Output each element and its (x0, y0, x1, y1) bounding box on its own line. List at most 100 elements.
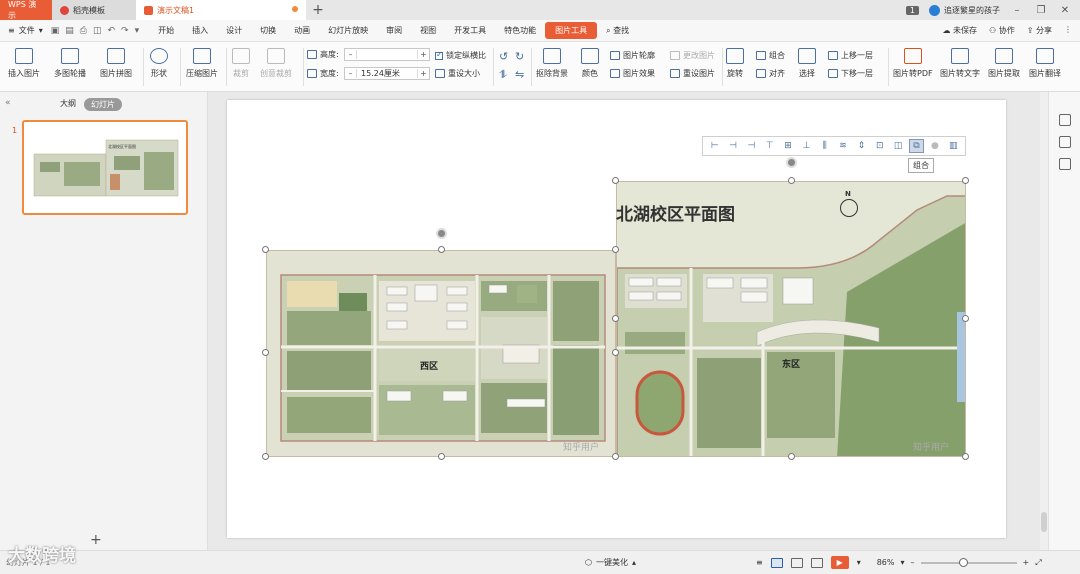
remove-background-button[interactable]: 抠除背景 (536, 48, 568, 79)
zoom-slider[interactable] (920, 557, 1017, 567)
scrollbar-thumb[interactable] (1041, 512, 1047, 532)
resize-handle[interactable] (262, 246, 269, 253)
sorter-view-icon[interactable] (790, 557, 803, 568)
distribute-vertical-icon[interactable]: ≋ (835, 139, 850, 153)
resize-handle[interactable] (962, 177, 969, 184)
collapse-panel-button[interactable]: « (5, 98, 11, 108)
compress-button[interactable]: 压缩图片 (186, 48, 218, 79)
resize-handle[interactable] (262, 349, 269, 356)
distribute-horizontal-icon[interactable]: ⫼ (817, 139, 832, 153)
tab-review[interactable]: 审阅 (377, 22, 411, 39)
picture-outline-button[interactable]: 图片轮廓 (610, 50, 655, 61)
undo-icon[interactable]: ↶ (107, 26, 115, 36)
image-extract-button[interactable]: 图片提取 (988, 48, 1020, 79)
unsaved-button[interactable]: ☁ 未保存 (942, 25, 977, 36)
properties-icon[interactable] (1058, 114, 1071, 126)
height-increment[interactable]: + (417, 50, 429, 59)
style-icon[interactable] (1058, 136, 1071, 148)
image-to-text-button[interactable]: 图片转文字 (940, 48, 980, 79)
tab-document[interactable]: 演示文稿1 (136, 0, 306, 20)
rotate-button[interactable]: 旋转 (726, 48, 744, 79)
resize-handle[interactable] (438, 453, 445, 460)
align-top-icon[interactable]: ⊤ (762, 139, 777, 153)
restore-button[interactable]: ❐ (1034, 5, 1048, 16)
tab-features[interactable]: 特色功能 (495, 22, 545, 39)
image-translate-button[interactable]: 图片翻译 (1029, 48, 1061, 79)
fit-window-icon[interactable]: ⤢ (1035, 558, 1041, 568)
resize-handle[interactable] (962, 315, 969, 322)
rotate-left-icon[interactable]: ↺ (499, 50, 508, 63)
group-icon[interactable]: ⧉ (908, 139, 925, 153)
tab-slides[interactable]: 幻灯片 (84, 98, 122, 111)
minimize-button[interactable]: – (1010, 5, 1024, 16)
redo-icon[interactable]: ↷ (121, 26, 129, 36)
rotate-right-icon[interactable]: ↻ (515, 50, 524, 63)
user-account[interactable]: 追逐繁星的孩子 (929, 4, 1000, 16)
play-slideshow-button[interactable]: ▶ (830, 556, 849, 569)
more-icon[interactable]: ⋮ (1064, 25, 1072, 36)
crop-button[interactable]: 裁剪 (232, 48, 250, 79)
map-image-west[interactable] (266, 250, 616, 457)
zoom-slider-knob[interactable] (958, 557, 968, 567)
tab-insert[interactable]: 插入 (183, 22, 217, 39)
tab-outline[interactable]: 大纲 (60, 98, 76, 111)
chevron-down-icon[interactable]: ▾ (901, 558, 905, 567)
align-middle-icon[interactable]: ⊞ (780, 139, 795, 153)
close-button[interactable]: ✕ (1058, 5, 1072, 16)
align-bottom-icon[interactable]: ⊥ (799, 139, 814, 153)
align-button[interactable]: 对齐 (756, 68, 785, 79)
one-click-beautify-button[interactable]: ⬡ 一键美化 ▴ (585, 557, 636, 568)
creative-crop-button[interactable]: 创意裁剪 (260, 48, 292, 79)
resize-handle[interactable] (612, 246, 619, 253)
width-value[interactable]: 15.24厘米 (357, 68, 417, 79)
send-backward-button[interactable]: 下移一层 (828, 68, 873, 79)
share-button[interactable]: ⇪ 分享 (1027, 25, 1052, 36)
image-to-pdf-button[interactable]: 图片转PDF (893, 48, 933, 79)
collaborate-button[interactable]: ⚇ 协作 (989, 25, 1015, 36)
resize-handle[interactable] (438, 246, 445, 253)
bring-forward-button[interactable]: 上移一层 (828, 50, 873, 61)
reading-view-icon[interactable] (810, 557, 823, 568)
tab-picture-tools[interactable]: 图片工具 (545, 22, 598, 39)
zoom-level[interactable]: 86% (877, 558, 895, 567)
notes-icon[interactable]: ≡ (756, 558, 763, 567)
resize-handle[interactable] (612, 315, 619, 322)
flip-vertical-icon[interactable]: ⥮ (499, 68, 507, 82)
width-decrement[interactable]: – (345, 69, 357, 78)
height-input[interactable]: – + (344, 48, 430, 61)
multi-outline-button[interactable]: 多图轮播 (54, 48, 86, 79)
resize-handle[interactable] (612, 349, 619, 356)
change-picture-button[interactable]: 更改图片 (670, 50, 715, 61)
flip-horizontal-icon[interactable]: ⇋ (515, 68, 524, 81)
resize-handle[interactable] (788, 453, 795, 460)
file-menu[interactable]: ≡ 文件 ▾ (0, 25, 51, 36)
resize-handle[interactable] (788, 177, 795, 184)
search-button[interactable]: ⌕ 查找 (597, 22, 638, 39)
window-count-badge[interactable]: 1 (905, 5, 919, 15)
tab-template[interactable]: 稻壳模板 (52, 0, 136, 20)
add-slide-button[interactable]: + (90, 532, 102, 548)
group-button[interactable]: 组合 (756, 50, 785, 61)
app-tab[interactable]: WPS 演示 (0, 0, 52, 20)
picture-effect-button[interactable]: 图片效果 (610, 68, 655, 79)
image-collage-button[interactable]: 图片拼图 (100, 48, 132, 79)
tab-animation[interactable]: 动画 (285, 22, 319, 39)
reset-picture-button[interactable]: 重设图片 (670, 68, 715, 79)
bring-front-icon[interactable]: ⊡ (872, 139, 887, 153)
shape-button[interactable]: 形状 (150, 48, 168, 79)
align-right-icon[interactable]: ⊣ (744, 139, 759, 153)
resize-handle[interactable] (612, 177, 619, 184)
tab-developer[interactable]: 开发工具 (445, 22, 495, 39)
align-left-icon[interactable]: ⊢ (707, 139, 722, 153)
reset-size-button[interactable]: 重设大小 (435, 68, 480, 79)
tab-design[interactable]: 设计 (217, 22, 251, 39)
more-options-icon[interactable]: ▥ (946, 139, 961, 153)
tab-home[interactable]: 开始 (149, 22, 183, 39)
print-icon[interactable]: ⎙ (80, 26, 87, 36)
distribute-spacing-icon[interactable]: ⇕ (854, 139, 869, 153)
zoom-out-button[interactable]: – (911, 558, 915, 567)
width-increment[interactable]: + (417, 69, 429, 78)
align-center-icon[interactable]: ⊣ (725, 139, 740, 153)
height-decrement[interactable]: – (345, 50, 357, 59)
copy-format-icon[interactable] (1058, 158, 1071, 170)
